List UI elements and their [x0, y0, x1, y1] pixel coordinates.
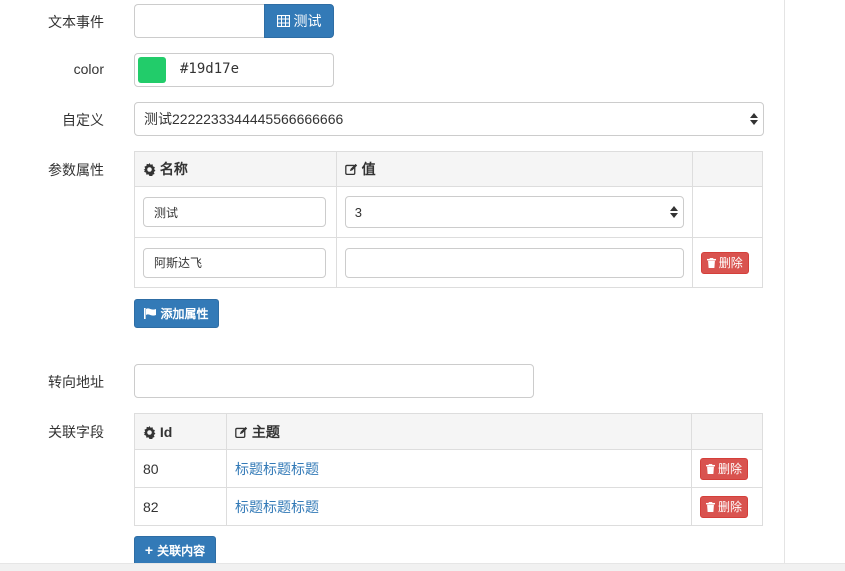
color-swatch[interactable]	[138, 57, 166, 83]
related-table: Id 主题 80 标题标题标题 删除 82 标题标题标题 删除	[134, 413, 763, 526]
delete-param-button[interactable]: 删除	[700, 251, 749, 274]
delete-related-button[interactable]: 删除	[700, 457, 748, 480]
related-header-row: Id 主题	[134, 413, 763, 450]
right-divider	[784, 0, 785, 564]
params-label: 参数属性	[48, 162, 104, 178]
custom-select[interactable]: 测试2222233344445566666666	[134, 102, 764, 136]
custom-select-value: 测试2222233344445566666666	[144, 111, 344, 127]
params-col-name: 名称	[134, 151, 337, 187]
trash-icon	[705, 463, 715, 474]
related-title-link[interactable]: 标题标题标题	[235, 499, 319, 515]
table-icon	[276, 15, 290, 27]
edit-icon	[235, 426, 248, 438]
select-caret-icon	[669, 206, 678, 218]
params-col-action	[691, 151, 764, 187]
param-value-input[interactable]	[344, 247, 684, 278]
redirect-input[interactable]	[134, 364, 534, 398]
related-title-link[interactable]: 标题标题标题	[235, 461, 319, 477]
edit-icon	[344, 163, 357, 176]
plus-icon: +	[144, 542, 154, 558]
trash-icon	[706, 257, 716, 268]
trash-icon	[705, 501, 715, 512]
redirect-label: 转向地址	[48, 374, 104, 390]
params-col-name-label: 名称	[159, 161, 188, 177]
params-col-value-label: 值	[361, 161, 376, 177]
gear-icon	[143, 425, 156, 439]
param-value-select-value: 3	[354, 204, 362, 220]
delete-related-button[interactable]: 删除	[700, 495, 748, 518]
form-page: 文本事件 测试 color #19d17e 自定义 测试222223334444…	[0, 0, 845, 571]
horizontal-scrollbar[interactable]	[0, 563, 845, 571]
params-row: 阿斯达飞 删除	[134, 237, 764, 288]
table-row: 82 标题标题标题 删除	[134, 487, 763, 526]
param-name-input[interactable]: 测试	[143, 197, 326, 227]
link-content-button[interactable]: + 关联内容	[134, 536, 216, 564]
related-label: 关联字段	[48, 424, 104, 440]
table-row: 80 标题标题标题 删除	[134, 449, 763, 488]
related-col-title: 主题	[226, 413, 692, 450]
related-cell-id: 82	[134, 487, 227, 526]
related-col-action	[691, 413, 763, 450]
params-cell-action	[691, 186, 764, 238]
related-cell-title: 标题标题标题	[226, 449, 692, 488]
params-cell-value: 3	[335, 186, 693, 238]
gear-icon	[143, 163, 156, 176]
text-event-label: 文本事件	[48, 14, 104, 30]
select-caret-icon	[750, 113, 758, 125]
delete-related-label: 删除	[717, 500, 742, 514]
param-name-input[interactable]: 阿斯达飞	[143, 247, 326, 278]
related-col-id-label: Id	[159, 423, 173, 440]
related-cell-id: 80	[134, 449, 227, 488]
params-row: 测试 3	[134, 186, 764, 238]
test-button[interactable]: 测试	[264, 4, 334, 38]
text-event-input[interactable]	[134, 4, 266, 38]
color-value: #19d17e	[180, 61, 240, 77]
related-cell-action: 删除	[691, 487, 763, 526]
delete-param-label: 删除	[718, 256, 743, 270]
param-value-select[interactable]: 3	[344, 196, 684, 228]
related-col-title-label: 主题	[251, 423, 280, 440]
delete-related-label: 删除	[717, 462, 742, 476]
custom-label: 自定义	[62, 112, 104, 128]
params-cell-action: 删除	[691, 237, 764, 288]
params-cell-name: 阿斯达飞	[134, 237, 337, 288]
color-picker[interactable]: #19d17e	[134, 53, 334, 87]
params-col-value: 值	[335, 151, 693, 187]
flag-icon	[144, 308, 157, 319]
color-label: color	[73, 61, 104, 77]
add-attribute-label: 添加属性	[160, 307, 209, 321]
params-cell-name: 测试	[134, 186, 337, 238]
params-cell-value	[335, 237, 693, 288]
test-button-label: 测试	[293, 13, 322, 29]
params-table: 名称 值 测试 3 阿斯达飞 删除	[134, 151, 764, 288]
related-cell-title: 标题标题标题	[226, 487, 692, 526]
related-col-id: Id	[134, 413, 227, 450]
add-attribute-button[interactable]: 添加属性	[134, 299, 219, 328]
related-cell-action: 删除	[691, 449, 763, 488]
link-content-label: 关联内容	[157, 543, 206, 558]
params-header-row: 名称 值	[134, 151, 764, 187]
